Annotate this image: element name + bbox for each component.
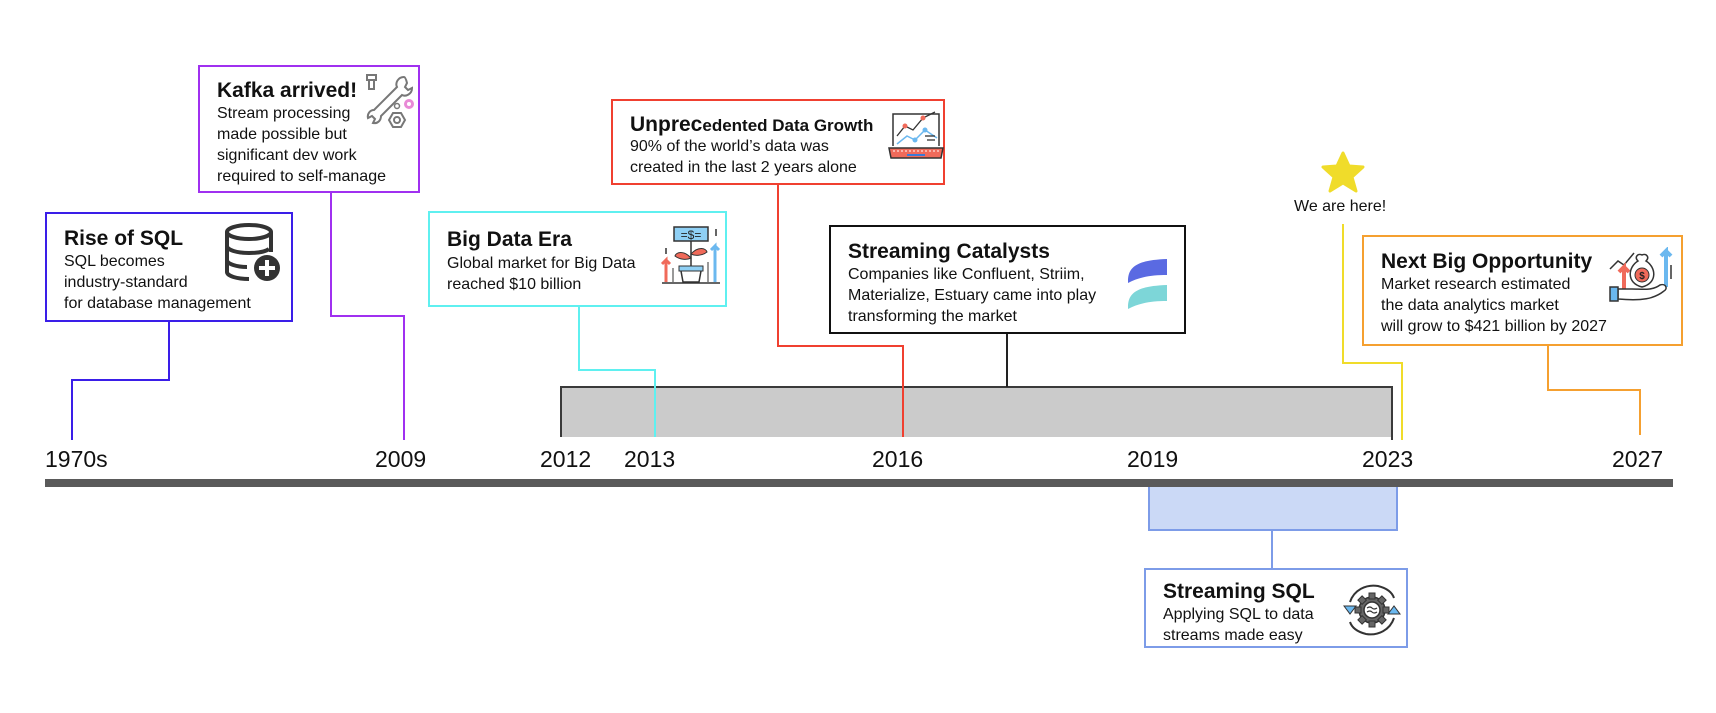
event-title: Kafka arrived! [217, 79, 358, 102]
event-card-rise-of-sql: Rise of SQL SQL becomes industry-standar… [45, 212, 293, 322]
event-title: Big Data Era [447, 228, 572, 251]
kafka-connector [330, 192, 405, 440]
event-title: Streaming SQL [1163, 580, 1315, 603]
event-description: Stream processing made possible but sign… [217, 105, 386, 185]
next-opportunity-connector [1547, 345, 1641, 435]
event-title: Rise of SQL [64, 227, 184, 250]
event-card-streaming-sql: Streaming SQL Applying SQL to data strea… [1144, 568, 1408, 648]
svg-text:=$=: =$= [681, 228, 702, 242]
event-description: Global market for Big Data reached $10 b… [447, 255, 636, 293]
star-icon [1321, 151, 1365, 193]
event-title: Unprecedented Data Growth [630, 113, 873, 138]
event-description: Applying SQL to data streams made easy [1163, 606, 1314, 644]
event-title-rest: edented Data Growth [702, 116, 874, 135]
streaming-catalysts-band [561, 387, 1392, 437]
rise-of-sql-connector [71, 321, 170, 440]
wrench-tools-icon [366, 74, 414, 128]
year-label: 2013 [624, 446, 676, 472]
event-description: Companies like Confluent, Striim, Materi… [848, 266, 1097, 325]
event-description: Market research estimated the data analy… [1381, 276, 1607, 335]
event-card-next-big-opportunity: Next Big Opportunity Market research est… [1362, 235, 1683, 346]
event-card-kafka: Kafka arrived! Stream processing made po… [198, 65, 420, 193]
svg-text:$: $ [1639, 271, 1645, 282]
event-description: 90% of the world’s data was created in t… [630, 138, 857, 176]
money-bag-hand-icon: $ [1609, 247, 1673, 302]
gear-cycle-icon [1343, 584, 1401, 636]
year-label: 2009 [375, 446, 427, 472]
event-title-prefix: Unprec [630, 113, 703, 136]
event-card-big-data-era: Big Data Era Global market for Big Data … [428, 211, 727, 307]
event-title: Next Big Opportunity [1381, 250, 1593, 273]
streaming-sql-band [1148, 483, 1398, 531]
year-label: 2016 [872, 446, 924, 472]
timeline-axis [45, 479, 1673, 487]
estuary-logo-icon [1128, 259, 1167, 309]
year-label: 2012 [540, 446, 592, 472]
year-label: 2019 [1127, 446, 1179, 472]
we-are-here-label: We are here! [1294, 198, 1387, 215]
event-card-streaming-catalysts: Streaming Catalysts Companies like Confl… [829, 225, 1186, 334]
year-label: 1970s [45, 446, 108, 472]
database-add-icon [225, 223, 280, 281]
event-title: Streaming Catalysts [848, 240, 1050, 263]
laptop-analytics-icon [888, 111, 944, 159]
year-label: 2027 [1612, 446, 1664, 472]
event-card-data-growth: Unprecedented Data Growth 90% of the wor… [611, 99, 945, 185]
money-plant-growth-icon: =$= [660, 226, 721, 284]
year-label: 2023 [1362, 446, 1414, 472]
